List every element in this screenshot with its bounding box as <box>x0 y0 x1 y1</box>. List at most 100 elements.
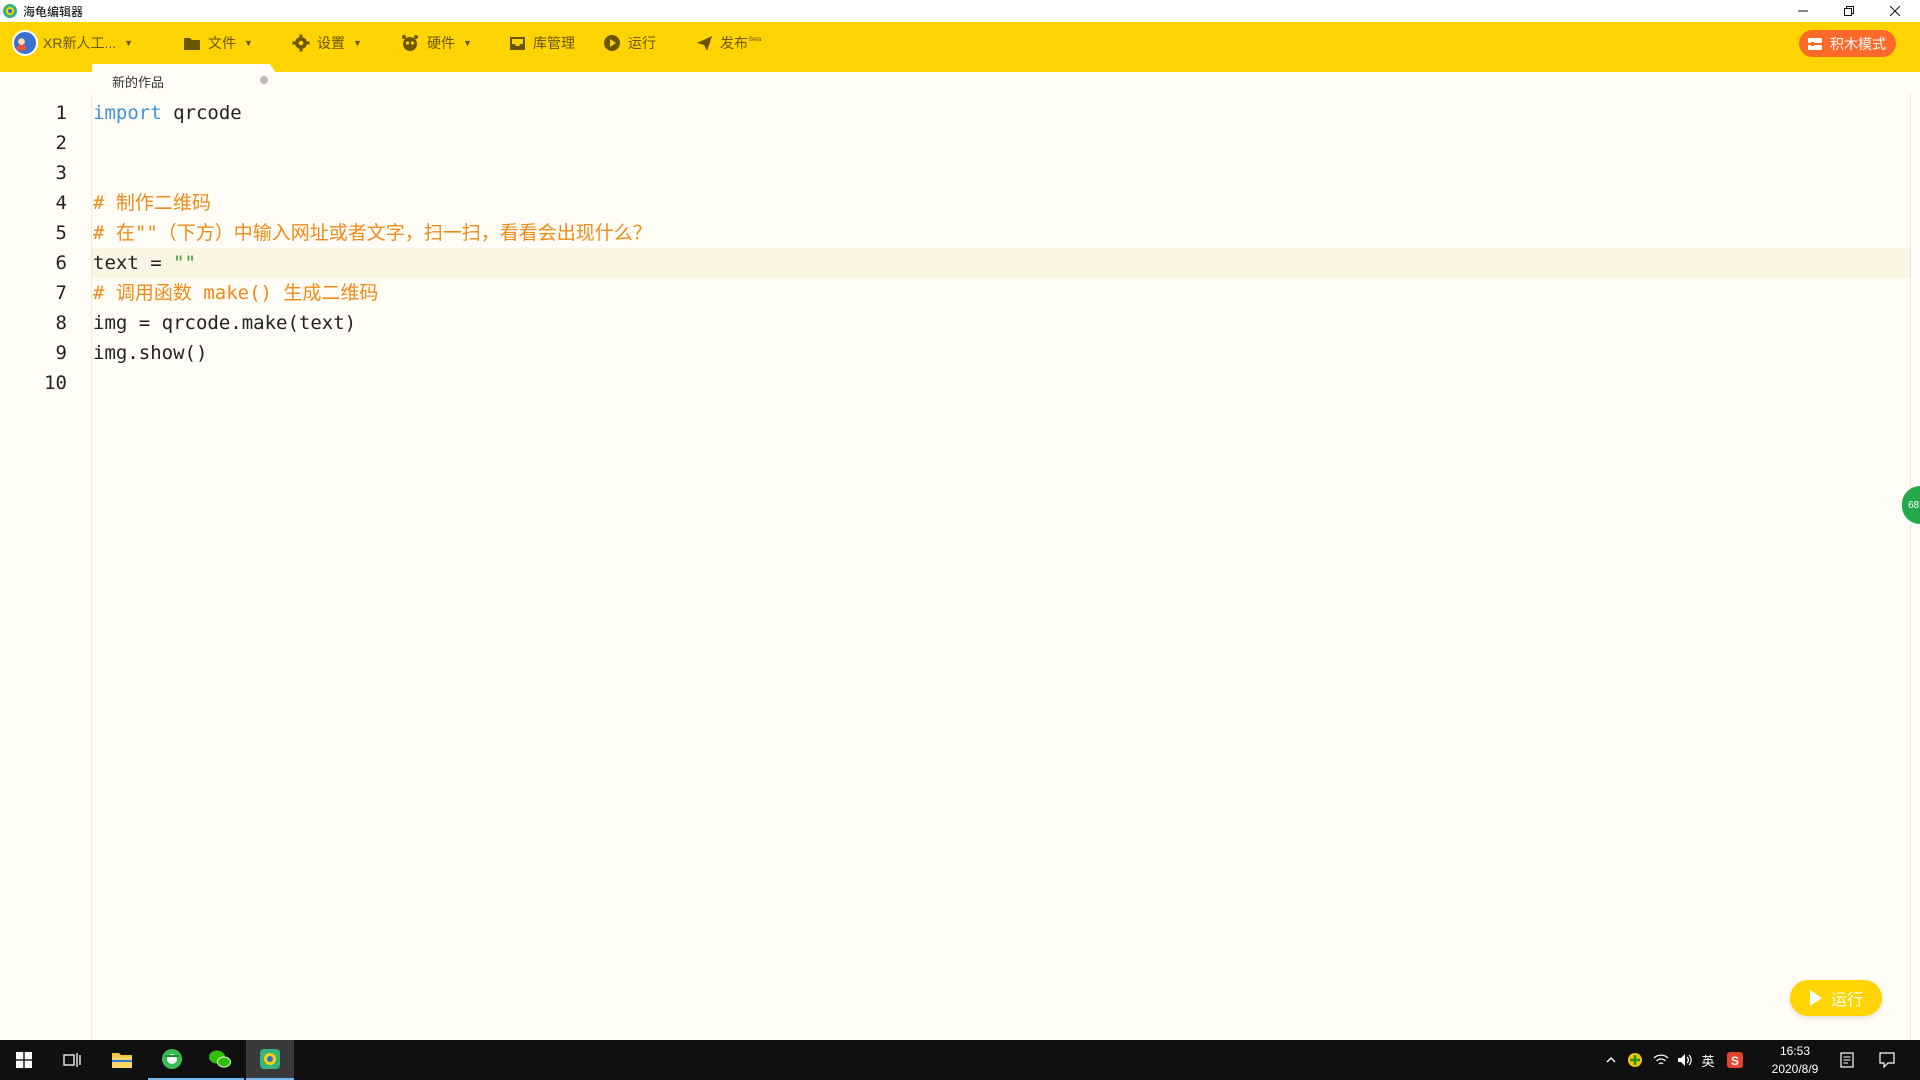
line-number: 3 <box>55 162 67 184</box>
windows-taskbar: 英 S 16:53 2020/8/9 <box>0 1040 1920 1080</box>
unsaved-dot-icon <box>260 76 268 84</box>
speaker-icon <box>1678 1054 1692 1066</box>
code-token: img = qrcode.make(text) <box>93 312 357 334</box>
line-number: 7 <box>55 282 67 304</box>
run-button[interactable]: 运行 <box>1790 980 1882 1016</box>
user-name: XR新人工... <box>43 35 117 51</box>
vertical-scrollbar[interactable] <box>1910 94 1920 1040</box>
windows-logo-icon <box>16 1052 32 1068</box>
app-logo-icon <box>3 4 17 18</box>
tray-security-app[interactable] <box>1624 1040 1646 1080</box>
line-number: 8 <box>55 312 67 334</box>
tab-new-work[interactable]: 新的作品 <box>92 64 290 94</box>
close-button[interactable] <box>1872 0 1918 22</box>
run-menu-button[interactable]: 运行 <box>603 22 656 64</box>
minimize-icon <box>1798 10 1808 12</box>
title-bar: 海龟编辑器 <box>0 0 1920 22</box>
task-view-icon <box>63 1053 81 1067</box>
line-number: 9 <box>55 342 67 364</box>
code-token: "" <box>173 252 196 274</box>
settings-menu-label: 设置 <box>317 35 345 51</box>
side-float-badge[interactable]: 68 <box>1900 484 1920 526</box>
file-menu[interactable]: 文件 ▼ <box>183 22 253 64</box>
code-token: # 在""（下方）中输入网址或者文字，扫一扫，看看会出现什么？ <box>93 222 652 244</box>
publish-button[interactable]: 发布 Beta <box>696 22 761 64</box>
code-line[interactable]: img = qrcode.make(text) <box>93 308 356 338</box>
run-button-label: 运行 <box>1830 992 1863 1009</box>
publish-label: 发布 <box>720 35 748 51</box>
blocks-mode-button[interactable]: 积木模式 <box>1799 30 1896 57</box>
tray-ime-indicator[interactable]: 英 <box>1698 1040 1718 1080</box>
sogou-icon: S <box>1727 1052 1743 1068</box>
library-manager-label: 库管理 <box>533 35 575 51</box>
task-view-button[interactable] <box>48 1040 96 1080</box>
file-menu-label: 文件 <box>208 35 236 51</box>
line-number-gutter: 1 2 3 4 5 6 7 8 9 10 <box>0 94 92 1040</box>
inbox-icon <box>510 36 525 50</box>
wechat-icon <box>209 1050 231 1068</box>
restore-icon <box>1844 6 1854 16</box>
restore-button[interactable] <box>1826 0 1872 22</box>
settings-menu[interactable]: 设置 ▼ <box>292 22 362 64</box>
code-line[interactable]: # 制作二维码 <box>93 188 211 218</box>
taskbar-browser[interactable] <box>148 1040 196 1080</box>
tray-sogou-input[interactable]: S <box>1724 1040 1746 1080</box>
blocks-icon <box>1808 37 1822 50</box>
code-token: # 制作二维码 <box>93 192 211 214</box>
beta-badge: Beta <box>749 37 762 43</box>
paper-plane-icon <box>697 35 712 51</box>
code-token: import <box>93 102 162 124</box>
wifi-icon <box>1653 1054 1669 1065</box>
hardware-menu-label: 硬件 <box>427 35 455 51</box>
clock-time: 16:53 <box>1779 1044 1811 1058</box>
close-icon <box>1890 6 1900 16</box>
code-line[interactable]: # 调用函数 make() 生成二维码 <box>93 278 378 308</box>
folder-icon <box>184 37 200 50</box>
taskbar-wechat[interactable] <box>196 1040 244 1080</box>
run-menu-label: 运行 <box>628 35 656 51</box>
notification-icon <box>1879 1052 1895 1068</box>
chevron-down-icon: ▼ <box>124 38 134 48</box>
taskbar-file-explorer[interactable] <box>98 1040 146 1080</box>
tray-volume[interactable] <box>1674 1040 1696 1080</box>
code-token: qrcode <box>161 102 242 124</box>
user-menu[interactable]: XR新人工... ▼ <box>12 22 133 64</box>
code-token: # 调用函数 make() 生成二维码 <box>93 282 379 304</box>
line-number: 4 <box>55 192 67 214</box>
chevron-down-icon: ▼ <box>244 38 253 48</box>
folder-icon <box>112 1053 132 1068</box>
code-editor[interactable]: 1 2 3 4 5 6 7 8 9 10 import qrcode # 制作二维码 # 在""（下方… <box>0 94 1920 1040</box>
library-manager-button[interactable]: 库管理 <box>509 22 575 64</box>
chevron-down-icon: ▼ <box>353 38 362 48</box>
action-center-button[interactable] <box>1872 1040 1902 1080</box>
code-line[interactable]: text = "" <box>93 248 196 278</box>
play-icon <box>1809 990 1822 1006</box>
line-number: 1 <box>55 102 67 124</box>
tray-network[interactable] <box>1650 1040 1672 1080</box>
code-line[interactable]: # 在""（下方）中输入网址或者文字，扫一扫，看看会出现什么？ <box>93 218 652 248</box>
side-badge-text: 68 <box>1908 499 1920 511</box>
code-line[interactable]: import qrcode <box>93 98 242 128</box>
svg-text:S: S <box>1731 1054 1739 1068</box>
line-number: 5 <box>55 222 67 244</box>
line-number: 10 <box>44 372 67 394</box>
line-number: 6 <box>55 252 67 274</box>
window-title: 海龟编辑器 <box>23 4 84 19</box>
clock-date: 2020/8/9 <box>1771 1062 1819 1076</box>
taskbar-turtle-editor[interactable] <box>246 1040 294 1080</box>
start-button[interactable] <box>0 1040 48 1080</box>
taskbar-clock[interactable]: 16:53 2020/8/9 <box>1760 1042 1830 1078</box>
code-token: img.show() <box>93 342 208 364</box>
avatar <box>12 30 38 56</box>
code-line[interactable]: img.show() <box>93 338 207 368</box>
tray-notes[interactable] <box>1832 1040 1862 1080</box>
gear-icon <box>292 34 310 52</box>
browser-icon <box>162 1049 182 1069</box>
minimize-button[interactable] <box>1780 0 1826 22</box>
chevron-down-icon: ▼ <box>463 38 472 48</box>
tab-label: 新的作品 <box>112 75 165 90</box>
blocks-mode-label: 积木模式 <box>1830 35 1886 52</box>
hardware-menu[interactable]: 硬件 ▼ <box>400 22 472 64</box>
app-logo-icon <box>260 1049 280 1069</box>
tray-expand-button[interactable] <box>1602 1040 1620 1080</box>
